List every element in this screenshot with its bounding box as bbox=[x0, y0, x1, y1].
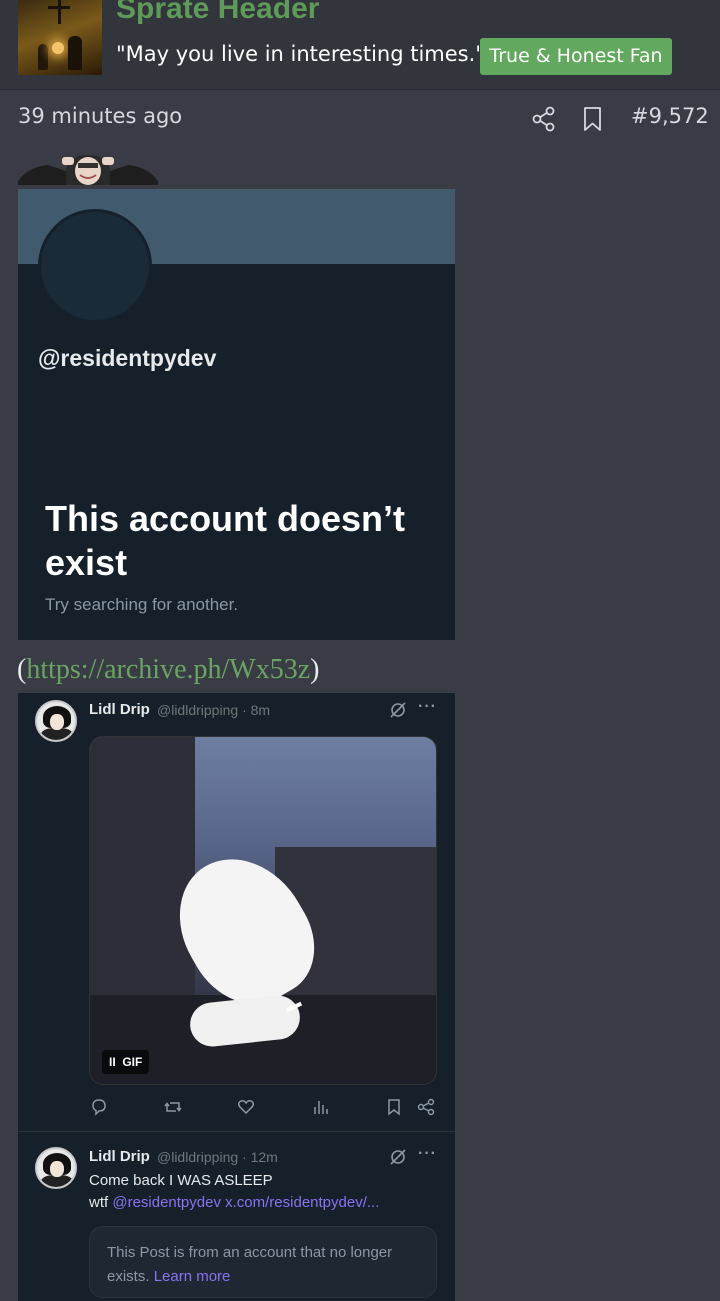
pause-icon: II bbox=[109, 1055, 116, 1069]
tweet-avatar bbox=[35, 700, 77, 742]
not-found-heading: This account doesn’t exist bbox=[45, 498, 406, 583]
more-icon: ··· bbox=[418, 698, 437, 715]
tweet-text-line: Come back I WAS ASLEEP bbox=[89, 1172, 273, 1189]
paren-close: ) bbox=[310, 654, 320, 685]
gif-control: II GIF bbox=[102, 1050, 150, 1074]
user-title: "May you live in interesting times." bbox=[116, 42, 485, 66]
header-caret bbox=[38, 75, 58, 83]
tweet-divider bbox=[18, 1131, 455, 1132]
bookmark-icon bbox=[388, 1099, 400, 1116]
user-badge: True & Honest Fan bbox=[480, 38, 672, 75]
post-header: Sprate Header "May you live in interesti… bbox=[0, 0, 720, 90]
grok-icon bbox=[390, 1149, 406, 1165]
tweet-handle-time: @lidldripping · 12m bbox=[157, 1149, 278, 1165]
reaction-image bbox=[18, 153, 158, 185]
notice-message: This Post is from an account that no lon… bbox=[107, 1244, 393, 1285]
tweet-avatar bbox=[35, 1147, 77, 1189]
bookmark-button[interactable] bbox=[580, 105, 606, 133]
learn-more-link: Learn more bbox=[153, 1268, 231, 1285]
grok-icon bbox=[390, 702, 406, 718]
profile-avatar-placeholder bbox=[38, 209, 152, 323]
post-number-link[interactable]: #9,572 bbox=[631, 104, 709, 128]
more-icon: ··· bbox=[418, 1145, 437, 1162]
tweet-mention-link: @residentpydev x.com/residentpydev/... bbox=[112, 1194, 380, 1211]
tweet-author-name: Lidl Drip bbox=[89, 701, 150, 718]
bookmark-icon bbox=[584, 107, 601, 131]
tweet-screenshot[interactable]: Lidl Drip @lidldripping · 8m ··· II GIF bbox=[18, 693, 455, 1301]
paren-open: ( bbox=[17, 654, 27, 685]
deleted-account-notice: This Post is from an account that no lon… bbox=[89, 1226, 437, 1298]
share-icon bbox=[532, 106, 555, 132]
post-timestamp[interactable]: 39 minutes ago bbox=[18, 104, 182, 128]
username-link[interactable]: Sprate Header bbox=[116, 0, 319, 26]
views-icon bbox=[314, 1101, 328, 1114]
share-icon bbox=[417, 1098, 435, 1116]
archive-link[interactable]: https://archive.ph/Wx53z bbox=[26, 654, 310, 685]
tweet-text-prefix: wtf bbox=[89, 1194, 113, 1211]
profile-handle: @residentpydev bbox=[38, 345, 217, 371]
tweet-text-line: wtf @residentpydev x.com/residentpydev/.… bbox=[89, 1194, 379, 1211]
account-not-found-screenshot[interactable]: @residentpydev This account doesn’t exis… bbox=[18, 189, 455, 640]
gif-label: GIF bbox=[122, 1055, 143, 1069]
like-icon bbox=[237, 1100, 255, 1115]
user-avatar[interactable] bbox=[18, 0, 102, 75]
not-found-subtext: Try searching for another. bbox=[45, 595, 239, 614]
share-button[interactable] bbox=[531, 105, 557, 133]
archive-link-line: (https://archive.ph/Wx53z) bbox=[17, 654, 319, 686]
notice-text: This Post is from an account that no lon… bbox=[107, 1241, 437, 1289]
tweet-author-name: Lidl Drip bbox=[89, 1148, 150, 1165]
retweet-icon bbox=[164, 1102, 182, 1112]
tweet-actions bbox=[18, 1097, 455, 1121]
tweet-handle-time: @lidldripping · 8m bbox=[157, 702, 271, 718]
reply-icon bbox=[92, 1099, 106, 1116]
tweet-gif: II GIF bbox=[89, 736, 437, 1085]
